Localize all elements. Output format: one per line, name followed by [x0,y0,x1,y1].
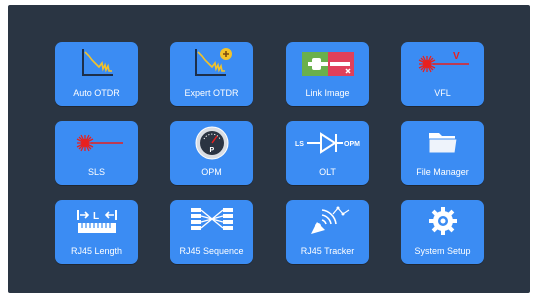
tile-expert-otdr[interactable]: Expert OTDR [170,42,253,106]
tile-label: RJ45 Sequence [179,246,244,256]
olt-icon-text-right: OPM [344,141,360,148]
tracker-icon [286,204,369,242]
diode-icon: LS OPM [286,125,369,163]
cable-length-icon: L [55,204,138,242]
tile-auto-otdr[interactable]: Auto OTDR [55,42,138,106]
gear-icon [401,204,484,242]
tile-olt[interactable]: LS OPM OLT [286,121,369,185]
tile-label: System Setup [414,246,471,256]
tile-label: RJ45 Tracker [300,246,355,256]
tile-rj45-sequence[interactable]: RJ45 Sequence [170,200,253,264]
tile-label: RJ45 Length [70,246,123,256]
wire-map-icon [170,204,253,242]
tile-label: File Manager [416,167,469,177]
tile-label: VFL [434,88,451,98]
tile-system-setup[interactable]: System Setup [401,200,484,264]
tile-file-manager[interactable]: File Manager [401,121,484,185]
tile-sls[interactable]: SLS [55,121,138,185]
menu-grid: Auto OTDR Expert OTDR Link Image V VFL S… [55,42,484,264]
olt-icon-text-left: LS [295,141,304,148]
tile-label: Auto OTDR [73,88,120,98]
light-source-icon [55,125,138,163]
tile-label: OPM [201,167,222,177]
tile-label: Expert OTDR [184,88,239,98]
otdr-expert-icon [170,46,253,84]
opm-icon-text: P [209,147,214,154]
tile-label: OLT [319,167,336,177]
tile-label: Link Image [305,88,350,98]
tile-vfl[interactable]: V VFL [401,42,484,106]
power-meter-gauge-icon: P [170,125,253,163]
tile-opm[interactable]: P OPM [170,121,253,185]
length-icon-text: L [93,211,99,222]
tile-rj45-length[interactable]: L RJ45 Length [55,200,138,264]
vfl-icon-text: V [453,51,460,62]
red-laser-icon: V [401,46,484,84]
folder-icon [401,125,484,163]
otdr-trace-icon [55,46,138,84]
tile-label: SLS [87,167,105,177]
main-menu-screen: Auto OTDR Expert OTDR Link Image V VFL S… [8,5,530,293]
tile-link-image[interactable]: Link Image [286,42,369,106]
tile-rj45-tracker[interactable]: RJ45 Tracker [286,200,369,264]
link-image-icon [286,46,369,84]
